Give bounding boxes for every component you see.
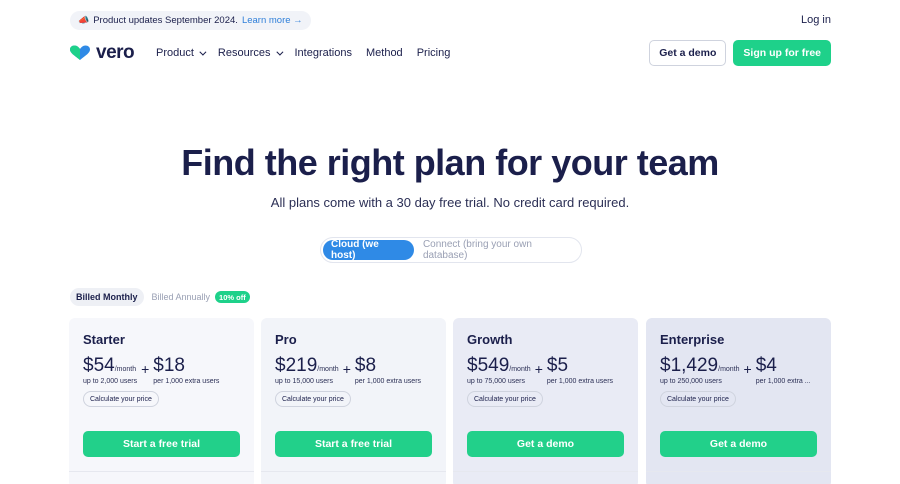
vero-heart-icon <box>70 45 90 60</box>
plan-card-enterprise: Enterprise $1,429/month up to 250,000 us… <box>646 318 831 484</box>
calculate-price-button[interactable]: Calculate your price <box>660 391 736 407</box>
plan-card-starter: Starter $54/month up to 2,000 users + $1… <box>69 318 254 484</box>
calculate-price-button[interactable]: Calculate your price <box>467 391 543 407</box>
announcement-banner[interactable]: 📣 Product updates September 2024. Learn … <box>70 11 311 30</box>
cloud-option[interactable]: Cloud (we host) <box>323 239 414 261</box>
plus-sign: + <box>342 361 351 377</box>
vero-logo[interactable]: vero <box>69 42 156 64</box>
sign-up-button[interactable]: Sign up for free <box>733 40 831 66</box>
calculate-price-button[interactable]: Calculate your price <box>275 391 351 407</box>
price-row: $549/month up to 75,000 users + $5 per 1… <box>467 355 624 385</box>
plan-name: Pro <box>275 332 297 347</box>
nav-item-product[interactable]: Product <box>156 47 207 59</box>
price-period: /month <box>317 366 339 373</box>
price-row: $54/month up to 2,000 users + $18 per 1,… <box>83 355 240 385</box>
start-free-trial-button[interactable]: Start a free trial <box>275 431 432 457</box>
extra-users-note: per 1,000 extra users <box>153 378 220 385</box>
nav-item-label: Product <box>156 47 194 59</box>
start-free-trial-button[interactable]: Start a free trial <box>83 431 240 457</box>
plan-price: $549 <box>467 355 510 376</box>
card-divider <box>646 471 831 472</box>
card-divider <box>69 471 254 472</box>
plus-sign: + <box>743 361 752 377</box>
price-row: $1,429/month up to 250,000 users + $4 pe… <box>660 355 817 385</box>
plan-price: $1,429 <box>660 355 719 376</box>
plan-card-pro: Pro $219/month up to 15,000 users + $8 p… <box>261 318 446 484</box>
user-limit: up to 250,000 users <box>660 378 722 385</box>
nav-item-method[interactable]: Method <box>366 47 403 59</box>
get-demo-button[interactable]: Get a demo <box>467 431 624 457</box>
price-period: /month <box>718 366 740 373</box>
nav-item-label: Integrations <box>294 47 352 59</box>
price-period: /month <box>509 366 531 373</box>
discount-badge: 10% off <box>215 291 250 303</box>
plus-sign: + <box>141 361 150 377</box>
chevron-down-icon <box>199 48 207 56</box>
pricing-cards: Starter $54/month up to 2,000 users + $1… <box>69 318 831 484</box>
nav-menu: Product Resources Integrations Method Pr… <box>156 47 450 59</box>
nav-item-integrations[interactable]: Integrations <box>295 47 352 59</box>
nav-item-label: Pricing <box>416 47 451 59</box>
nav-actions: Get a demo Sign up for free <box>649 40 831 66</box>
plan-name: Growth <box>467 332 513 347</box>
nav-item-label: Resources <box>217 47 271 59</box>
hosting-toggle: Cloud (we host) Connect (bring your own … <box>320 237 582 263</box>
nav-item-pricing[interactable]: Pricing <box>417 47 451 59</box>
user-limit: up to 75,000 users <box>467 378 525 385</box>
learn-more-link[interactable]: Learn more → <box>242 15 303 26</box>
page-title: Find the right plan for your team <box>181 142 719 183</box>
extra-users-note: per 1,000 extra users <box>546 378 614 385</box>
card-divider <box>453 471 638 472</box>
extra-price: $5 <box>546 355 569 376</box>
plan-card-growth: Growth $549/month up to 75,000 users + $… <box>453 318 638 484</box>
billed-annually-option[interactable]: Billed Annually <box>152 292 211 302</box>
nav-item-label: Method <box>365 47 403 59</box>
chevron-down-icon <box>275 48 283 56</box>
user-limit: up to 15,000 users <box>275 378 333 385</box>
price-period: /month <box>114 366 137 373</box>
login-link[interactable]: Log in <box>801 14 831 26</box>
page-subtitle: All plans come with a 30 day free trial.… <box>270 195 630 210</box>
user-limit: up to 2,000 users <box>83 378 138 385</box>
get-demo-button[interactable]: Get a demo <box>660 431 817 457</box>
extra-price: $8 <box>354 355 377 376</box>
plan-name: Starter <box>83 332 125 347</box>
announcement-text: Product updates September 2024. <box>93 15 238 26</box>
megaphone-icon: 📣 <box>78 15 90 25</box>
extra-price: $18 <box>153 355 185 376</box>
extra-price: $4 <box>755 355 777 376</box>
extra-users-note: per 1,000 extra users <box>354 378 422 385</box>
billed-monthly-option[interactable]: Billed Monthly <box>70 288 144 306</box>
price-row: $219/month up to 15,000 users + $8 per 1… <box>275 355 432 385</box>
plan-price: $219 <box>275 355 318 376</box>
extra-users-note: per 1,000 extra ... <box>755 378 811 385</box>
get-demo-button[interactable]: Get a demo <box>649 40 727 66</box>
calculate-price-button[interactable]: Calculate your price <box>83 391 159 407</box>
card-divider <box>261 471 446 472</box>
logo-text: vero <box>96 42 135 63</box>
plan-name: Enterprise <box>660 332 725 347</box>
connect-option[interactable]: Connect (bring your own database) <box>414 239 579 261</box>
plus-sign: + <box>534 361 543 377</box>
billing-toggle: Billed Monthly Billed Annually 10% off <box>70 288 250 306</box>
plan-price: $54 <box>83 355 115 376</box>
main-nav: vero Product Resources Integrations Meth… <box>69 40 831 66</box>
nav-item-resources[interactable]: Resources <box>217 47 283 59</box>
